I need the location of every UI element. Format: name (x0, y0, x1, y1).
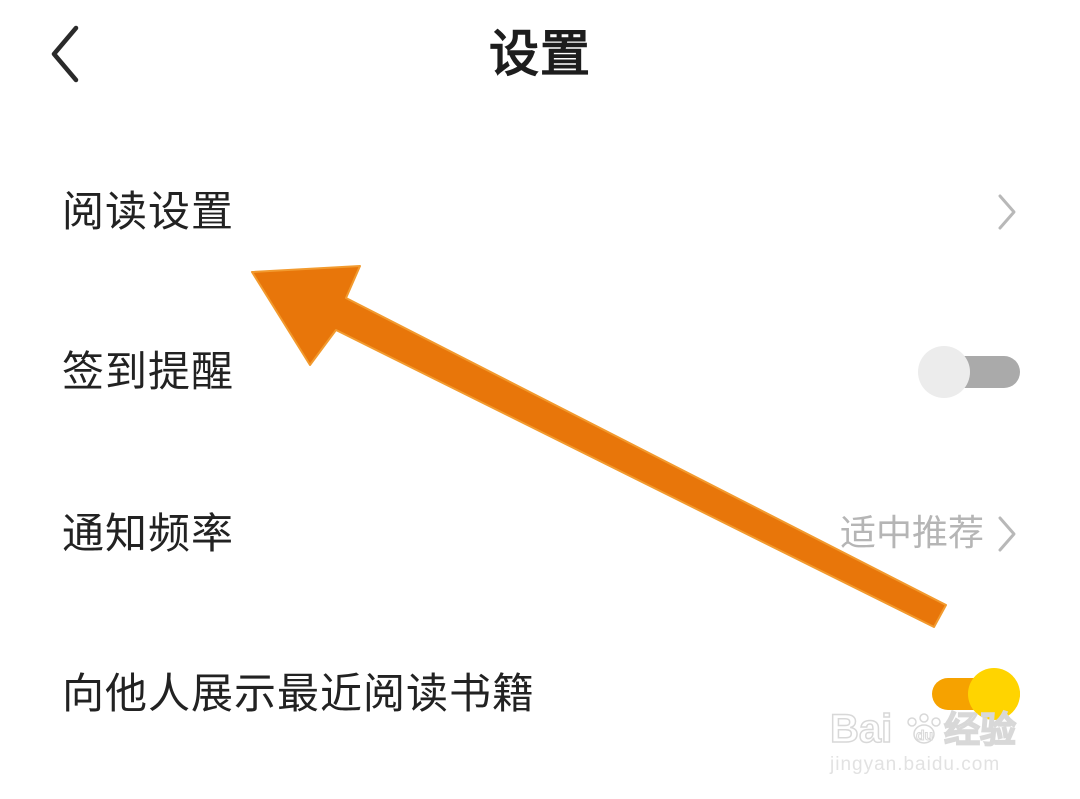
toggle-knob (918, 346, 970, 398)
chevron-right-icon (998, 516, 1016, 552)
checkin-reminder-toggle[interactable] (918, 342, 1022, 402)
row-label-reading-settings: 阅读设置 (62, 187, 235, 236)
watermark-url: jingyan.baidu.com (830, 754, 1001, 775)
toggle-knob (968, 668, 1020, 720)
row-notification-frequency[interactable]: 通知频率 适中推荐 (0, 474, 1080, 594)
row-label-notification-frequency: 通知频率 (62, 509, 235, 558)
row-checkin-reminder: 签到提醒 (0, 312, 1080, 432)
chevron-right-icon (998, 194, 1016, 230)
row-reading-settings[interactable]: 阅读设置 (0, 152, 1080, 272)
row-show-recent-books: 向他人展示最近阅读书籍 (0, 634, 1080, 754)
row-label-show-recent-books: 向他人展示最近阅读书籍 (62, 669, 536, 718)
settings-screen: 设置 阅读设置 签到提醒 通知频率 适中推荐 向他人展示最近阅读书籍 Bai d… (0, 0, 1080, 799)
show-recent-books-toggle[interactable] (918, 664, 1022, 724)
header-bar: 设置 (0, 0, 1080, 110)
notification-frequency-value: 适中推荐 (839, 513, 984, 554)
row-label-checkin-reminder: 签到提醒 (62, 347, 235, 396)
page-title: 设置 (489, 25, 591, 83)
